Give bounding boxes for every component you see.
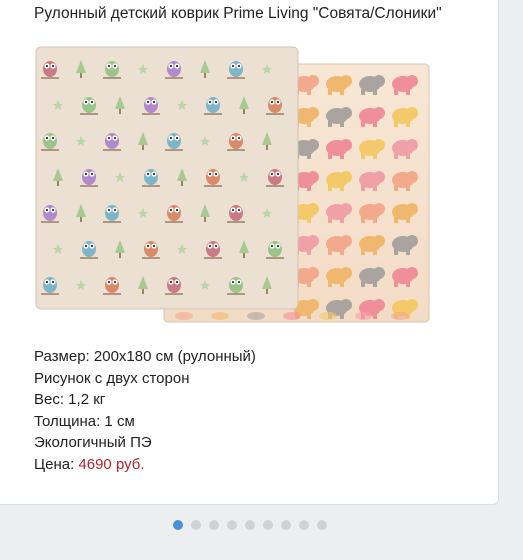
spec-pattern: Рисунок с двух сторон [34, 369, 190, 387]
elephant-icon [283, 312, 301, 320]
elephant-icon [355, 312, 373, 320]
product-specs: Размер: 200х180 см (рулонный) Рисунок с … [34, 346, 256, 475]
carousel-dot[interactable] [190, 520, 201, 530]
spec-thickness: Толщина: 1 см [34, 412, 135, 430]
carousel-pagination [0, 520, 499, 530]
carousel-dot[interactable] [316, 520, 327, 530]
elephant-icon [391, 312, 409, 320]
carousel-dot[interactable] [298, 520, 309, 530]
elephant-icon [211, 312, 229, 320]
carousel-dot[interactable] [208, 520, 219, 530]
product-card: Рулонный детский коврик Prime Living "Со… [0, 0, 499, 505]
spec-size: Размер: 200х180 см (рулонный) [34, 348, 256, 365]
owl-mat [35, 46, 299, 310]
elephant-icon [175, 312, 193, 320]
elephant-icon [319, 312, 337, 320]
spec-material: Экологичный ПЭ [34, 434, 152, 451]
product-title: Рулонный детский коврик Prime Living "Со… [34, 5, 442, 22]
price-label: Цена: [34, 455, 79, 473]
spec-price: Цена: 4690 руб. [34, 454, 256, 476]
carousel-dot[interactable] [262, 520, 273, 530]
elephant-icon [247, 312, 265, 320]
carousel-dot[interactable] [280, 520, 291, 530]
product-image[interactable] [34, 44, 434, 326]
spec-weight: Вес: 1,2 кг [34, 391, 106, 408]
price-value: 4690 руб. [78, 455, 145, 473]
carousel-dot[interactable] [244, 520, 255, 530]
carousel-dot[interactable] [226, 520, 237, 530]
carousel-dot[interactable] [172, 520, 183, 530]
